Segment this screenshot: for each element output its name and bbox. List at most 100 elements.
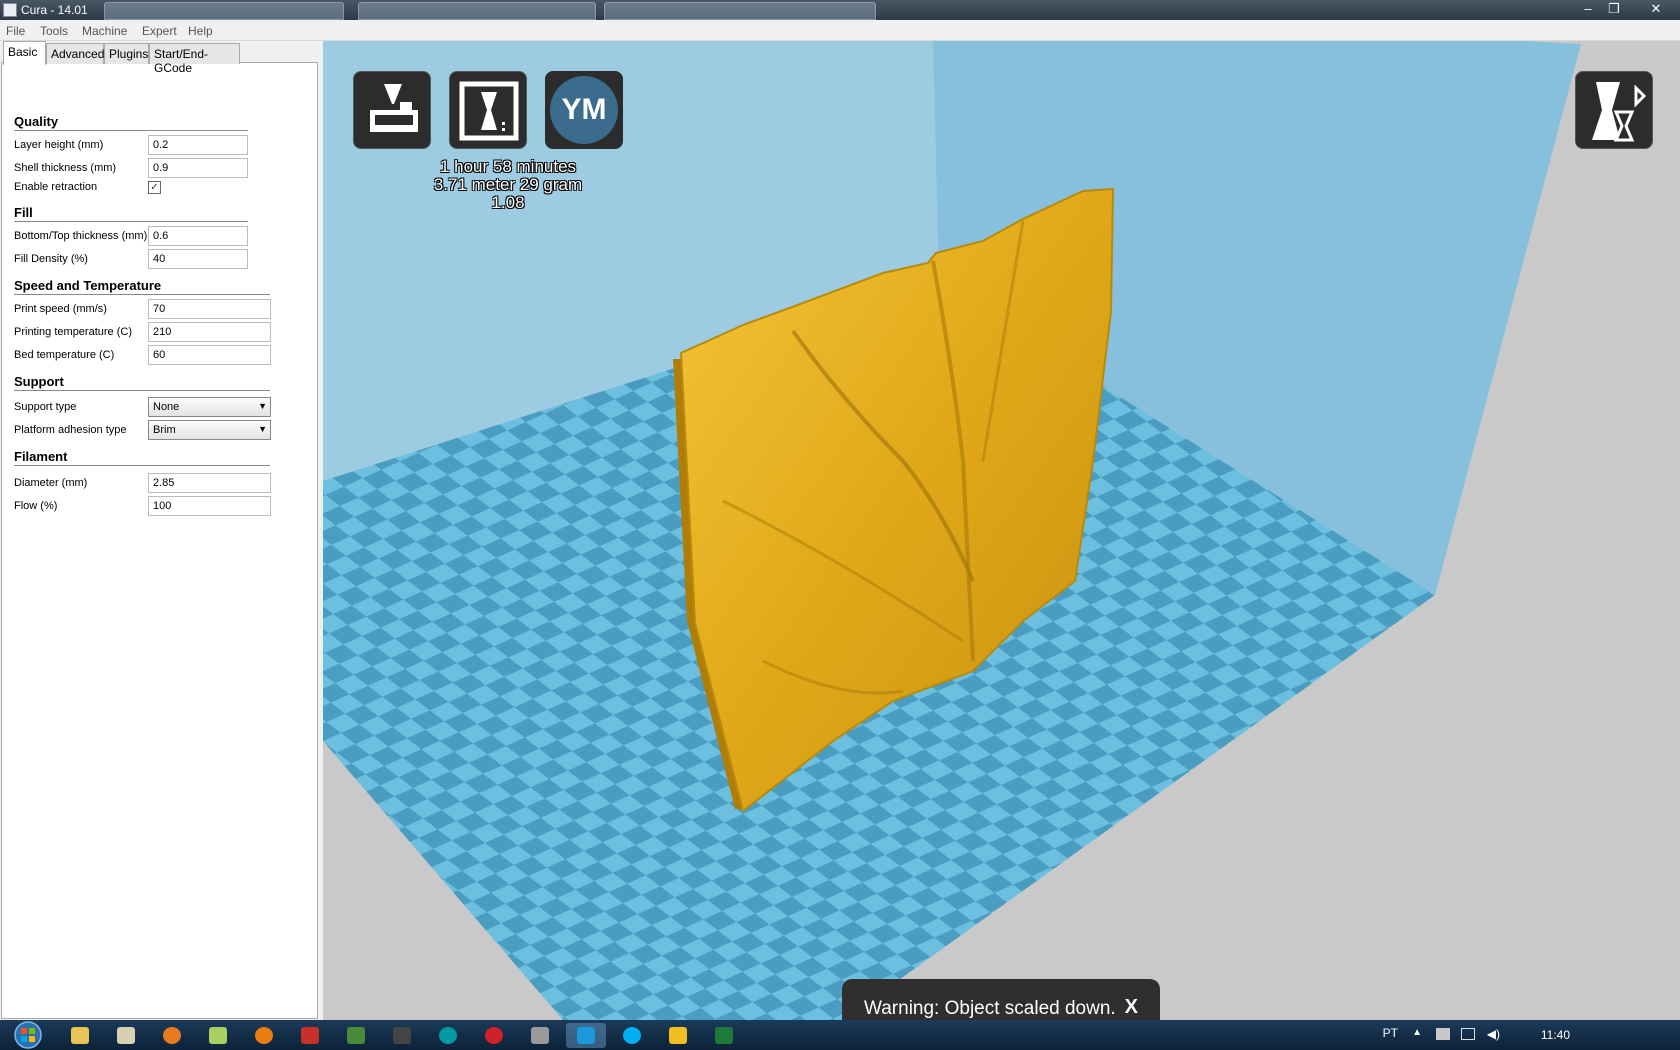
section-quality: Quality xyxy=(14,114,248,131)
taskbar-skype[interactable] xyxy=(612,1023,652,1048)
taskbar-firefox[interactable] xyxy=(152,1023,192,1048)
taskbar-arduino[interactable] xyxy=(428,1023,468,1048)
taskbar-app[interactable] xyxy=(290,1023,330,1048)
layer-height-field[interactable]: 0.2 xyxy=(148,135,248,155)
tab-basic[interactable]: Basic xyxy=(3,41,46,65)
flow-label: Flow (%) xyxy=(14,500,58,512)
support-type-value: None xyxy=(153,401,180,413)
platform-adhesion-label: Platform adhesion type xyxy=(14,424,127,436)
diameter-field[interactable]: 2.85 xyxy=(148,473,271,493)
network-icon[interactable] xyxy=(1461,1028,1475,1040)
bed-temperature-field[interactable]: 60 xyxy=(148,345,271,365)
app-icon-red xyxy=(301,1027,319,1044)
maximize-button[interactable]: ❐ xyxy=(1602,0,1626,18)
platform-adhesion-select[interactable]: Brim ▼ xyxy=(148,420,271,440)
support-type-select[interactable]: None ▼ xyxy=(148,397,271,417)
section-fill: Fill xyxy=(14,205,248,222)
settings-panel: Quality Layer height (mm) 0.2 Shell thic… xyxy=(0,41,323,1020)
volume-icon[interactable]: ◀) xyxy=(1487,1027,1500,1041)
warning-popup: Warning: Object scaled down. X xyxy=(842,979,1160,1020)
firefox-icon xyxy=(163,1027,181,1044)
platform-adhesion-value: Brim xyxy=(153,424,176,436)
fill-density-field[interactable]: 40 xyxy=(148,249,248,269)
window-title: Cura - 14.01 xyxy=(21,3,88,17)
clock[interactable]: 11:40 xyxy=(1541,1028,1570,1042)
minimize-button[interactable]: – xyxy=(1576,0,1600,18)
menu-tools[interactable]: Tools xyxy=(40,24,68,38)
menu-expert[interactable]: Expert xyxy=(142,24,177,38)
taskbar-app[interactable] xyxy=(658,1023,698,1048)
background-window-tab[interactable] xyxy=(604,2,876,20)
tray-expand-icon[interactable]: ▲ xyxy=(1412,1027,1422,1038)
notepad-icon xyxy=(117,1027,135,1044)
app-icon-green xyxy=(347,1027,365,1044)
warning-close-button[interactable]: X xyxy=(1125,996,1138,1019)
window-titlebar: Cura - 14.01 – ❐ ✕ xyxy=(0,0,1680,20)
view-mode-icon xyxy=(1592,82,1647,142)
taskbar-app[interactable] xyxy=(382,1023,422,1048)
tab-plugins[interactable]: Plugins xyxy=(104,43,149,64)
bottom-top-thickness-label: Bottom/Top thickness (mm) xyxy=(14,230,148,242)
folder-icon xyxy=(71,1027,89,1044)
youmagine-logo: YM xyxy=(550,76,618,144)
printing-temperature-field[interactable]: 210 xyxy=(148,322,271,342)
print-cost: 1.08 xyxy=(491,193,525,212)
app-icon xyxy=(3,3,17,17)
background-window-tab[interactable] xyxy=(358,2,596,20)
flow-field[interactable]: 100 xyxy=(148,496,271,516)
dropdown-arrow-icon: ▼ xyxy=(258,424,267,434)
background-window-tab[interactable] xyxy=(104,2,344,20)
print-button[interactable] xyxy=(449,71,527,149)
taskbar: PT ▲ ◀) 11:40 xyxy=(0,1020,1680,1050)
print-info: 1 hour 58 minutes 3.71 meter 29 gram 1.0… xyxy=(383,158,633,212)
tab-start-end-gcode[interactable]: Start/End-GCode xyxy=(149,43,240,75)
settings-page-basic: Quality Layer height (mm) 0.2 Shell thic… xyxy=(1,62,318,1019)
taskbar-app[interactable] xyxy=(520,1023,560,1048)
fill-density-label: Fill Density (%) xyxy=(14,253,88,265)
print-material: 3.71 meter 29 gram xyxy=(433,175,583,194)
taskbar-explorer[interactable] xyxy=(60,1023,100,1048)
skype-icon xyxy=(623,1027,641,1044)
taskbar-app[interactable] xyxy=(106,1023,146,1048)
app-icon-red-circle xyxy=(485,1027,503,1044)
dropdown-arrow-icon: ▼ xyxy=(258,401,267,411)
menu-help[interactable]: Help xyxy=(188,24,213,38)
3d-viewport[interactable]: YM 1 hour 58 minutes 3.71 meter 29 gram … xyxy=(323,41,1680,1020)
warning-text: Warning: Object scaled down. xyxy=(864,998,1116,1019)
taskbar-app[interactable] xyxy=(198,1023,238,1048)
layer-height-label: Layer height (mm) xyxy=(14,139,104,151)
printing-temperature-label: Printing temperature (C) xyxy=(14,326,132,338)
retraction-checkbox[interactable]: ✓ xyxy=(148,181,161,194)
load-model-button[interactable] xyxy=(353,71,431,149)
print-speed-field[interactable]: 70 xyxy=(148,299,271,319)
menubar: File Tools Machine Expert Help xyxy=(0,20,1680,41)
section-filament: Filament xyxy=(14,449,270,466)
bed-temperature-label: Bed temperature (C) xyxy=(14,349,115,361)
image-viewer-icon xyxy=(209,1027,227,1044)
bottom-top-thickness-field[interactable]: 0.6 xyxy=(148,226,248,246)
taskbar-blender[interactable] xyxy=(244,1023,284,1048)
taskbar-excel[interactable] xyxy=(704,1023,744,1048)
support-type-label: Support type xyxy=(14,401,77,413)
excel-icon xyxy=(715,1027,733,1044)
flag-icon[interactable] xyxy=(1436,1028,1450,1040)
menu-machine[interactable]: Machine xyxy=(82,24,127,38)
shell-thickness-field[interactable]: 0.9 xyxy=(148,158,248,178)
taskbar-cura[interactable] xyxy=(566,1023,606,1048)
taskbar-app[interactable] xyxy=(336,1023,376,1048)
start-button[interactable] xyxy=(6,1020,50,1050)
load-model-icon xyxy=(370,84,418,132)
view-mode-button[interactable] xyxy=(1575,71,1653,149)
menu-file[interactable]: File xyxy=(6,24,25,38)
app-icon-dark xyxy=(393,1027,411,1044)
printer-icon xyxy=(459,81,519,141)
close-button[interactable]: ✕ xyxy=(1644,0,1668,18)
tab-advanced[interactable]: Advanced xyxy=(46,43,104,64)
taskbar-app[interactable] xyxy=(474,1023,514,1048)
youmagine-button[interactable]: YM xyxy=(545,71,623,149)
shell-thickness-label: Shell thickness (mm) xyxy=(14,162,117,174)
arduino-icon xyxy=(439,1027,457,1044)
print-time: 1 hour 58 minutes xyxy=(439,157,577,176)
language-indicator[interactable]: PT xyxy=(1383,1026,1398,1040)
diameter-label: Diameter (mm) xyxy=(14,477,88,489)
